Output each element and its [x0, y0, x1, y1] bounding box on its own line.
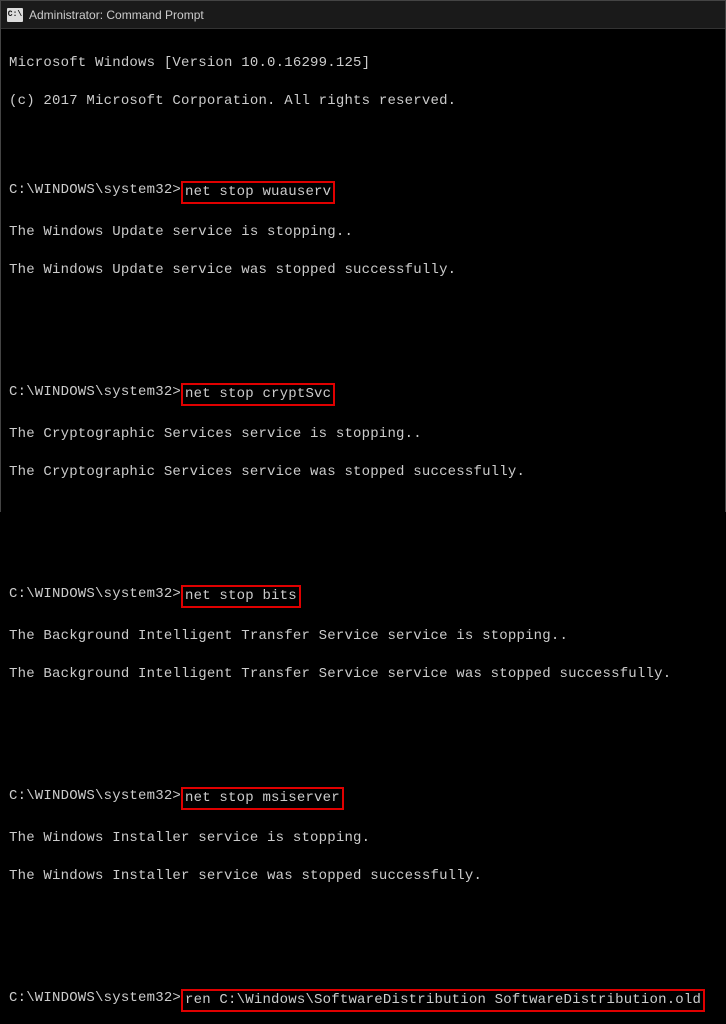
highlighted-command: net stop wuauserv	[181, 181, 335, 204]
blank-line	[9, 129, 717, 143]
highlighted-command: net stop msiserver	[181, 787, 344, 810]
command-line: C:\WINDOWS\system32>net stop msiserver	[9, 787, 717, 810]
prompt: C:\WINDOWS\system32>	[9, 787, 181, 806]
header-line: (c) 2017 Microsoft Corporation. All righ…	[9, 92, 717, 111]
output-line: The Windows Installer service is stoppin…	[9, 829, 717, 848]
highlighted-command: net stop bits	[181, 585, 301, 608]
blank-line	[9, 938, 717, 952]
cmd-icon: C:\	[7, 8, 23, 22]
highlighted-command: net stop cryptSvc	[181, 383, 335, 406]
blank-line	[9, 299, 717, 313]
blank-line	[9, 533, 717, 547]
blank-line	[9, 703, 717, 717]
blank-line	[9, 331, 717, 345]
header-line: Microsoft Windows [Version 10.0.16299.12…	[9, 54, 717, 73]
prompt: C:\WINDOWS\system32>	[9, 383, 181, 402]
output-line: The Cryptographic Services service was s…	[9, 463, 717, 482]
prompt: C:\WINDOWS\system32>	[9, 181, 181, 200]
terminal-output[interactable]: Microsoft Windows [Version 10.0.16299.12…	[1, 29, 725, 1024]
command-line: C:\WINDOWS\system32>net stop wuauserv	[9, 181, 717, 204]
command-line: C:\WINDOWS\system32>net stop bits	[9, 585, 717, 608]
command-line: C:\WINDOWS\system32>ren C:\Windows\Softw…	[9, 989, 717, 1012]
prompt: C:\WINDOWS\system32>	[9, 989, 181, 1008]
output-line: The Cryptographic Services service is st…	[9, 425, 717, 444]
blank-line	[9, 736, 717, 750]
output-line: The Windows Update service was stopped s…	[9, 261, 717, 280]
prompt: C:\WINDOWS\system32>	[9, 585, 181, 604]
window-title: Administrator: Command Prompt	[29, 8, 204, 22]
output-line: The Windows Installer service was stoppe…	[9, 867, 717, 886]
output-line: The Background Intelligent Transfer Serv…	[9, 627, 717, 646]
window-titlebar[interactable]: C:\ Administrator: Command Prompt	[1, 1, 725, 29]
output-line: The Windows Update service is stopping..	[9, 223, 717, 242]
blank-line	[9, 501, 717, 515]
blank-line	[9, 905, 717, 919]
highlighted-command: ren C:\Windows\SoftwareDistribution Soft…	[181, 989, 705, 1012]
command-line: C:\WINDOWS\system32>net stop cryptSvc	[9, 383, 717, 406]
output-line: The Background Intelligent Transfer Serv…	[9, 665, 717, 684]
